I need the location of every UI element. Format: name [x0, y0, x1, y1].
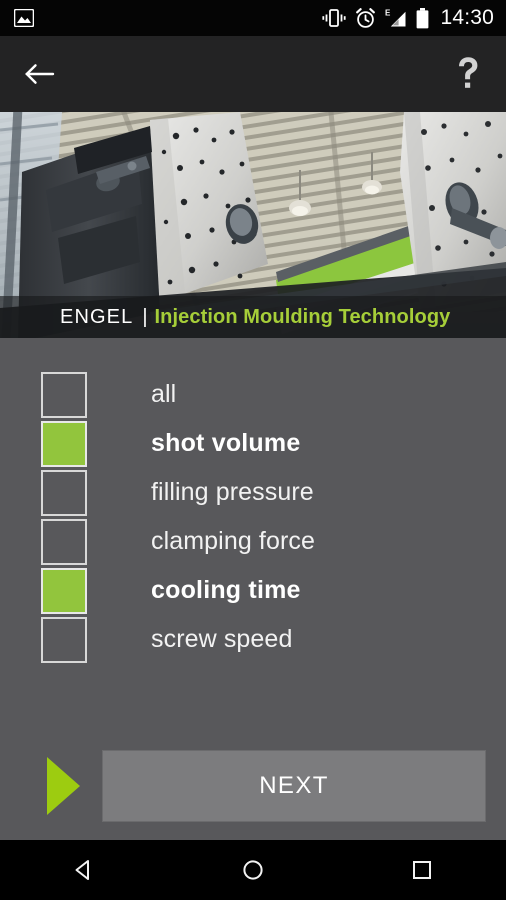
- option-label-shot-volume: shot volume: [151, 429, 301, 457]
- footer-actions: NEXT: [0, 748, 506, 824]
- option-label-clamping-force: clamping force: [151, 527, 315, 555]
- next-button-label: NEXT: [259, 772, 329, 799]
- vibrate-icon: [322, 9, 347, 27]
- option-row-screw-speed[interactable]: screw speed: [0, 615, 506, 664]
- signal-edge-icon: E: [385, 9, 406, 27]
- play-triangle-icon[interactable]: [47, 757, 80, 815]
- option-label-all: all: [151, 380, 177, 408]
- option-row-cooling-time[interactable]: cooling time: [0, 566, 506, 615]
- alarm-clock-icon: [356, 7, 376, 28]
- status-bar-notifications: [14, 9, 34, 27]
- option-label-screw-speed: screw speed: [151, 625, 293, 653]
- checkbox-shot-volume[interactable]: [41, 420, 87, 467]
- nav-recents-icon: [412, 861, 431, 879]
- nav-back-button[interactable]: [48, 847, 120, 893]
- nav-home-icon: [243, 860, 263, 880]
- caption-separator: |: [142, 305, 148, 328]
- status-bar-clock: 14:30: [440, 6, 494, 29]
- app-screen: E 14:30 ENGEL | Injection Moulding Techn…: [0, 0, 506, 900]
- image-icon: [14, 9, 34, 27]
- option-label-cooling-time: cooling time: [151, 576, 301, 604]
- option-label-filling-pressure: filling pressure: [151, 478, 314, 506]
- next-button[interactable]: NEXT: [102, 750, 486, 822]
- option-row-filling-pressure[interactable]: filling pressure: [0, 468, 506, 517]
- checkbox-filling-pressure[interactable]: [41, 469, 87, 516]
- option-row-all[interactable]: all: [0, 370, 506, 419]
- battery-full-icon: [417, 7, 429, 28]
- checkbox-all[interactable]: [41, 371, 87, 418]
- question-mark-icon: [459, 57, 478, 88]
- nav-recents-button[interactable]: [386, 847, 458, 893]
- parameter-option-list: all shot volume filling pressure clampin…: [0, 370, 506, 664]
- status-bar: E 14:30: [0, 0, 506, 36]
- hero-image: ENGEL | Injection Moulding Technology: [0, 112, 506, 338]
- brand-tagline: Injection Moulding Technology: [154, 305, 451, 328]
- checkbox-cooling-time[interactable]: [41, 567, 87, 614]
- checkbox-screw-speed[interactable]: [41, 616, 87, 663]
- nav-home-button[interactable]: [217, 847, 289, 893]
- hero-caption: ENGEL | Injection Moulding Technology: [0, 296, 506, 338]
- checkbox-clamping-force[interactable]: [41, 518, 87, 565]
- svg-text:E: E: [385, 9, 391, 18]
- app-bar: [0, 36, 506, 112]
- back-arrow-icon: [25, 64, 55, 84]
- nav-back-icon: [75, 860, 90, 880]
- option-row-shot-volume[interactable]: shot volume: [0, 419, 506, 468]
- help-button[interactable]: [444, 50, 492, 98]
- option-row-clamping-force[interactable]: clamping force: [0, 517, 506, 566]
- back-button[interactable]: [16, 50, 64, 98]
- brand-name: ENGEL: [60, 305, 134, 328]
- status-bar-system-icons: E 14:30: [322, 6, 494, 30]
- android-nav-bar: [0, 840, 506, 900]
